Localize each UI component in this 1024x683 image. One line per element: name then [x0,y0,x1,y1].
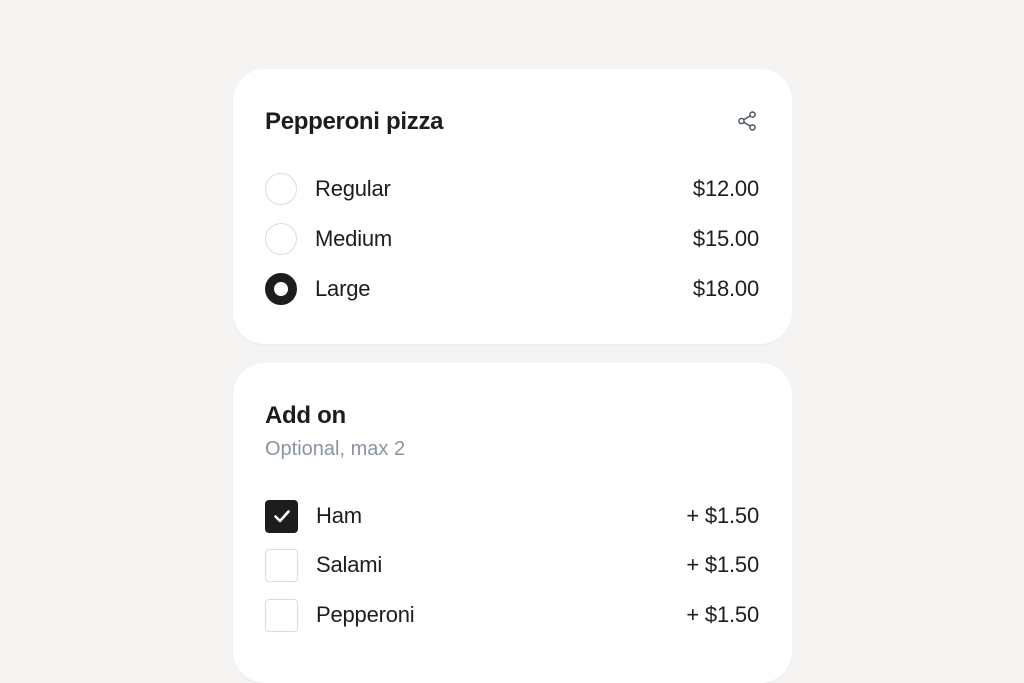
share-icon [738,111,756,131]
addon-label: Pepperoni [316,602,415,627]
addon-item-pepperoni[interactable]: Pepperoni + $1.50 [265,598,759,632]
pizza-size-card: Pepperoni pizza Regular $12.00 Medium $1… [233,69,792,344]
option-price: $18.00 [692,276,759,301]
addon-item-ham[interactable]: Ham + $1.50 [265,499,759,533]
radio-button[interactable] [265,223,297,255]
card-subtitle: Optional, max 2 [265,438,406,460]
radio-button-selected[interactable] [265,273,297,305]
addon-price: + $1.50 [686,503,759,528]
checkmark-icon [273,510,290,523]
checkbox[interactable] [265,548,298,582]
addon-price: + $1.50 [686,552,759,577]
card-title: Pepperoni pizza [265,108,444,135]
option-price: $12.00 [692,176,759,201]
add-on-card: Add on Optional, max 2 Ham + $1.50 Salam… [233,363,792,683]
share-button[interactable] [733,107,761,135]
addon-label: Salami [316,552,383,577]
size-option-medium[interactable]: Medium $15.00 [265,222,759,256]
option-label: Medium [315,226,393,251]
card-title: Add on [265,402,346,429]
checkbox[interactable] [265,598,298,632]
size-option-regular[interactable]: Regular $12.00 [265,172,759,206]
addon-label: Ham [316,503,362,528]
radio-button[interactable] [265,173,297,205]
checkbox-checked[interactable] [265,499,298,533]
size-option-large[interactable]: Large $18.00 [265,272,759,306]
option-label: Large [315,276,371,301]
addon-item-salami[interactable]: Salami + $1.50 [265,548,759,582]
addon-price: + $1.50 [686,602,759,627]
option-price: $15.00 [692,226,759,251]
option-label: Regular [315,176,391,201]
